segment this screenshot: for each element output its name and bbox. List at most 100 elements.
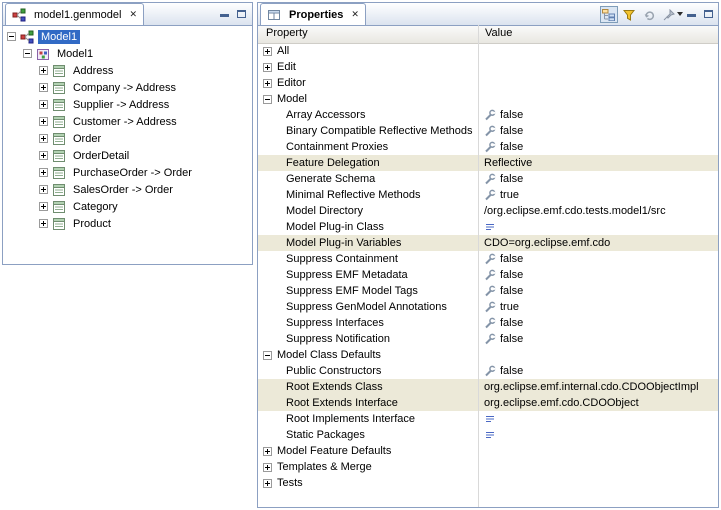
- property-value-cell[interactable]: [478, 75, 718, 91]
- maximize-icon[interactable]: [704, 10, 713, 18]
- tree-item[interactable]: Order: [3, 130, 252, 147]
- category-row[interactable]: Templates & Merge: [258, 459, 718, 475]
- property-row[interactable]: Static Packages: [258, 427, 718, 443]
- property-value-cell[interactable]: false: [478, 283, 718, 299]
- property-row[interactable]: Containment Proxiesfalse: [258, 139, 718, 155]
- property-row[interactable]: Suppress EMF Model Tagsfalse: [258, 283, 718, 299]
- property-value-cell[interactable]: /org.eclipse.emf.cdo.tests.model1/src: [478, 203, 718, 219]
- category-row[interactable]: Model Feature Defaults: [258, 443, 718, 459]
- close-icon[interactable]: ✕: [351, 10, 359, 19]
- minimize-icon[interactable]: [687, 9, 696, 18]
- expand-icon[interactable]: [39, 66, 48, 75]
- expand-icon[interactable]: [39, 168, 48, 177]
- view-menu-icon[interactable]: [677, 12, 683, 16]
- property-value-cell[interactable]: true: [478, 187, 718, 203]
- tree-item[interactable]: OrderDetail: [3, 147, 252, 164]
- expand-icon[interactable]: [263, 79, 272, 88]
- category-row[interactable]: Model Class Defaults: [258, 347, 718, 363]
- tree-item[interactable]: Category: [3, 198, 252, 215]
- property-row[interactable]: Minimal Reflective Methodstrue: [258, 187, 718, 203]
- property-value-cell[interactable]: [478, 427, 718, 443]
- property-row[interactable]: Public Constructorsfalse: [258, 363, 718, 379]
- show-categories-icon[interactable]: [600, 6, 618, 23]
- property-value-cell[interactable]: false: [478, 331, 718, 347]
- expand-icon[interactable]: [39, 151, 48, 160]
- category-row[interactable]: All: [258, 43, 718, 59]
- tree-item[interactable]: Customer -> Address: [3, 113, 252, 130]
- show-advanced-properties-icon[interactable]: [620, 6, 638, 23]
- property-row[interactable]: Root Extends Interfaceorg.eclipse.emf.cd…: [258, 395, 718, 411]
- property-value-cell[interactable]: false: [478, 267, 718, 283]
- category-row[interactable]: Edit: [258, 59, 718, 75]
- expand-icon[interactable]: [39, 134, 48, 143]
- property-value-cell[interactable]: false: [478, 171, 718, 187]
- property-value-cell[interactable]: [478, 43, 718, 59]
- category-row[interactable]: Editor: [258, 75, 718, 91]
- category-row[interactable]: Tests: [258, 475, 718, 491]
- property-row[interactable]: Root Extends Classorg.eclipse.emf.intern…: [258, 379, 718, 395]
- property-value-cell[interactable]: [478, 411, 718, 427]
- expand-icon[interactable]: [263, 479, 272, 488]
- property-value-cell[interactable]: false: [478, 363, 718, 379]
- property-value-cell[interactable]: org.eclipse.emf.internal.cdo.CDOObjectIm…: [478, 379, 718, 395]
- property-value-cell[interactable]: [478, 219, 718, 235]
- tab-properties[interactable]: Properties ✕: [260, 3, 366, 25]
- close-icon[interactable]: ✕: [129, 10, 137, 19]
- property-value-cell[interactable]: [478, 475, 718, 491]
- property-value-cell[interactable]: [478, 347, 718, 363]
- property-row[interactable]: Suppress Containmentfalse: [258, 251, 718, 267]
- expand-icon[interactable]: [39, 219, 48, 228]
- expand-icon[interactable]: [263, 63, 272, 72]
- tree-item[interactable]: Supplier -> Address: [3, 96, 252, 113]
- property-value-cell[interactable]: [478, 459, 718, 475]
- property-value-cell[interactable]: [478, 59, 718, 75]
- pin-icon[interactable]: [660, 6, 678, 23]
- property-row[interactable]: Generate Schemafalse: [258, 171, 718, 187]
- property-value-cell[interactable]: [478, 91, 718, 107]
- minimize-icon[interactable]: [220, 9, 229, 18]
- restore-default-value-icon[interactable]: [640, 6, 658, 23]
- property-row[interactable]: Suppress Notificationfalse: [258, 331, 718, 347]
- collapse-icon[interactable]: [263, 351, 272, 360]
- tree-item[interactable]: Product: [3, 215, 252, 232]
- property-row[interactable]: Root Implements Interface: [258, 411, 718, 427]
- category-row[interactable]: Model: [258, 91, 718, 107]
- property-value-cell[interactable]: false: [478, 139, 718, 155]
- expand-icon[interactable]: [39, 83, 48, 92]
- tree-item[interactable]: PurchaseOrder -> Order: [3, 164, 252, 181]
- maximize-icon[interactable]: [237, 10, 246, 18]
- property-row[interactable]: Suppress EMF Metadatafalse: [258, 267, 718, 283]
- expand-icon[interactable]: [263, 463, 272, 472]
- tab-model1-genmodel[interactable]: model1.genmodel ✕: [5, 3, 144, 25]
- expand-icon[interactable]: [39, 100, 48, 109]
- property-row[interactable]: Model Directory/org.eclipse.emf.cdo.test…: [258, 203, 718, 219]
- property-value-cell[interactable]: [478, 443, 718, 459]
- tree-item[interactable]: Model1: [3, 28, 252, 45]
- property-value-cell[interactable]: org.eclipse.emf.cdo.CDOObject: [478, 395, 718, 411]
- expand-icon[interactable]: [39, 117, 48, 126]
- collapse-icon[interactable]: [7, 32, 16, 41]
- property-row[interactable]: Feature DelegationReflective: [258, 155, 718, 171]
- expand-icon[interactable]: [39, 185, 48, 194]
- property-value-cell[interactable]: false: [478, 251, 718, 267]
- tree-item[interactable]: Company -> Address: [3, 79, 252, 96]
- property-value-cell[interactable]: CDO=org.eclipse.emf.cdo: [478, 235, 718, 251]
- expand-icon[interactable]: [39, 202, 48, 211]
- tree-item[interactable]: Address: [3, 62, 252, 79]
- collapse-icon[interactable]: [263, 95, 272, 104]
- tree-item[interactable]: Model1: [3, 45, 252, 62]
- expand-icon[interactable]: [263, 47, 272, 56]
- property-value-cell[interactable]: Reflective: [478, 155, 718, 171]
- expand-icon[interactable]: [263, 447, 272, 456]
- property-value-cell[interactable]: false: [478, 123, 718, 139]
- property-row[interactable]: Suppress GenModel Annotationstrue: [258, 299, 718, 315]
- property-row[interactable]: Binary Compatible Reflective Methodsfals…: [258, 123, 718, 139]
- tree-item[interactable]: SalesOrder -> Order: [3, 181, 252, 198]
- property-row[interactable]: Suppress Interfacesfalse: [258, 315, 718, 331]
- collapse-icon[interactable]: [23, 49, 32, 58]
- property-value-cell[interactable]: true: [478, 299, 718, 315]
- property-value-cell[interactable]: false: [478, 107, 718, 123]
- property-row[interactable]: Model Plug-in Class: [258, 219, 718, 235]
- property-row[interactable]: Array Accessorsfalse: [258, 107, 718, 123]
- property-row[interactable]: Model Plug-in VariablesCDO=org.eclipse.e…: [258, 235, 718, 251]
